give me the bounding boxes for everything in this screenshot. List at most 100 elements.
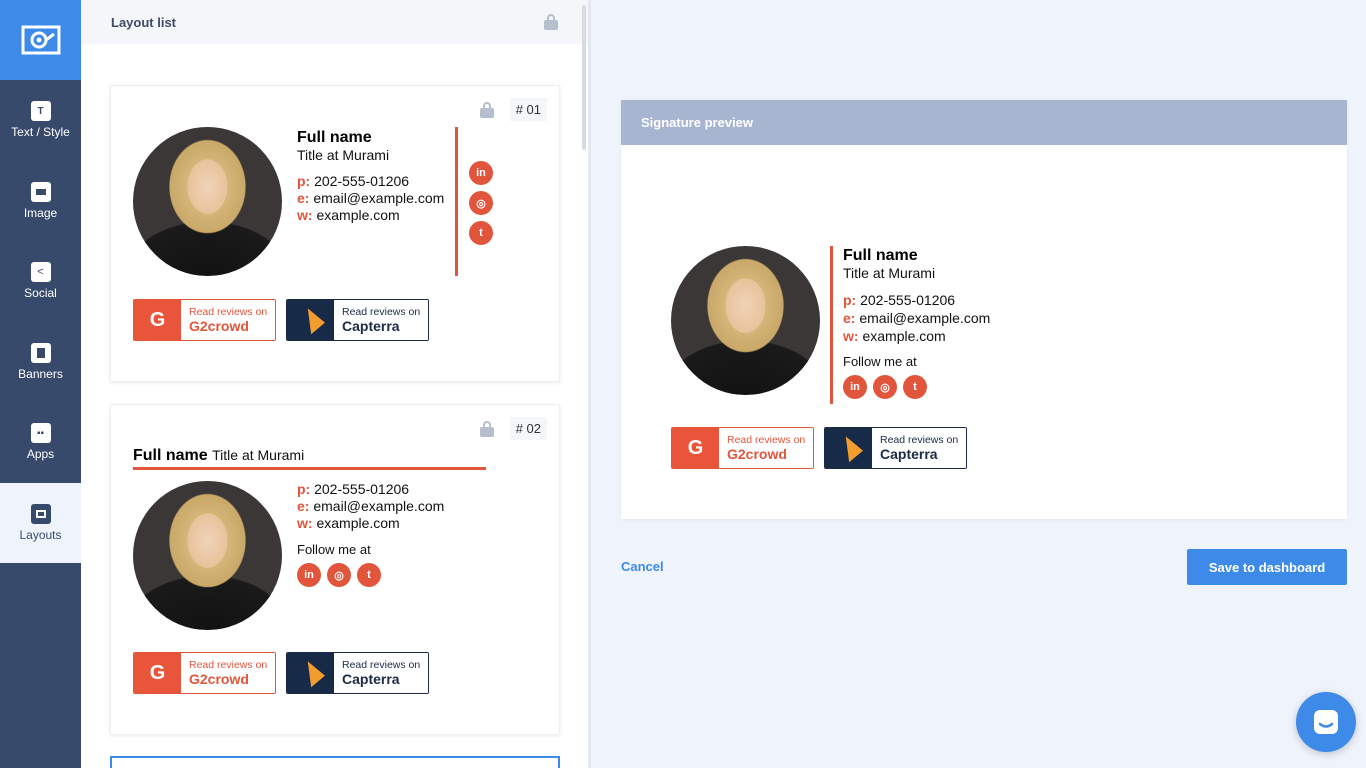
sidebar-item-label: Text / Style bbox=[11, 125, 70, 140]
capterra-badge[interactable]: Read reviews on Capterra bbox=[824, 427, 967, 469]
lock-icon[interactable] bbox=[479, 101, 494, 118]
instagram-icon[interactable]: ◎ bbox=[327, 563, 351, 587]
layout-list-panel: Layout list # 01 Full name Title at Mura… bbox=[81, 0, 591, 768]
badge-name: G2crowd bbox=[189, 318, 249, 334]
capterra-logo-icon bbox=[825, 428, 872, 468]
signature-preview-panel: Signature preview Full name Title at Mur… bbox=[621, 100, 1347, 519]
chat-launcher-button[interactable] bbox=[1296, 692, 1356, 752]
profile-photo bbox=[671, 246, 820, 395]
layout-card-03[interactable] bbox=[110, 756, 560, 768]
badge-caption: Read reviews on bbox=[342, 659, 421, 671]
layout-list-title: Layout list bbox=[111, 14, 177, 30]
divider-line bbox=[455, 127, 458, 276]
text-style-icon: T bbox=[30, 101, 51, 122]
g2crowd-badge[interactable]: G Read reviews on G2crowd bbox=[133, 299, 276, 341]
badge-name: G2crowd bbox=[189, 671, 249, 687]
sidebar-item-label: Image bbox=[23, 205, 58, 220]
follow-label: Follow me at bbox=[843, 354, 917, 369]
signature-name: Full name bbox=[297, 129, 372, 146]
badge-caption: Read reviews on bbox=[189, 306, 268, 318]
scrollbar-thumb[interactable] bbox=[582, 5, 586, 150]
signature-details: p: 202-555-01206 e: email@example.com w:… bbox=[297, 481, 444, 587]
layout-number: # 02 bbox=[509, 417, 547, 440]
badge-caption: Read reviews on bbox=[342, 306, 421, 318]
social-icons: in ◎ t bbox=[297, 563, 444, 587]
capterra-badge[interactable]: Read reviews on Capterra bbox=[286, 299, 429, 341]
logo-icon bbox=[21, 25, 60, 55]
sidebar-item-label: Social bbox=[24, 286, 57, 301]
capterra-badge[interactable]: Read reviews on Capterra bbox=[286, 652, 429, 694]
sidebar-item-text-style[interactable]: T Text / Style bbox=[0, 80, 81, 161]
linkedin-icon[interactable]: in bbox=[297, 563, 321, 587]
social-icons: in ◎ t bbox=[469, 161, 493, 245]
layout-icon bbox=[30, 503, 51, 524]
badge-caption: Read reviews on bbox=[727, 434, 806, 446]
bookmark-icon bbox=[30, 342, 51, 363]
signature-phone: p: 202-555-01206 bbox=[297, 173, 410, 189]
g2crowd-badge[interactable]: G Read reviews on G2crowd bbox=[671, 427, 814, 469]
profile-photo bbox=[133, 127, 282, 276]
signature-email: e: email@example.com bbox=[297, 190, 445, 206]
sidebar-item-label: Banners bbox=[18, 366, 63, 381]
twitter-icon[interactable]: t bbox=[357, 563, 381, 587]
signature-title: Title at Murami bbox=[212, 447, 305, 463]
signature-details: Full name Title at Murami p: 202-555-012… bbox=[297, 129, 444, 224]
twitter-icon[interactable]: t bbox=[903, 375, 927, 399]
g2crowd-badge[interactable]: G Read reviews on G2crowd bbox=[133, 652, 276, 694]
social-icons: in ◎ t bbox=[843, 375, 990, 399]
sidebar-item-label: Layouts bbox=[19, 527, 62, 542]
signature-web: w: example.com bbox=[297, 515, 400, 531]
g2-logo-icon: G bbox=[134, 300, 181, 340]
sidebar-item-image[interactable]: Image bbox=[0, 161, 81, 242]
app-logo[interactable] bbox=[0, 0, 81, 80]
grid-icon: ▪▪ bbox=[30, 423, 51, 444]
signature-email: e: email@example.com bbox=[297, 498, 445, 514]
g2-logo-icon: G bbox=[672, 428, 719, 468]
capterra-logo-icon bbox=[287, 653, 334, 693]
signature-header: Full name Title at Murami bbox=[133, 447, 304, 465]
g2-logo-icon: G bbox=[134, 653, 181, 693]
signature-title: Title at Murami bbox=[297, 147, 390, 163]
image-icon bbox=[30, 181, 51, 202]
layout-number: # 01 bbox=[509, 98, 547, 121]
instagram-icon[interactable]: ◎ bbox=[469, 191, 493, 215]
sidebar-item-apps[interactable]: ▪▪ Apps bbox=[0, 402, 81, 483]
follow-label: Follow me at bbox=[297, 542, 371, 557]
signature-details: Full name Title at Murami p: 202-555-012… bbox=[843, 247, 990, 399]
divider-line bbox=[133, 467, 486, 470]
badge-name: G2crowd bbox=[727, 446, 787, 462]
capterra-logo-icon bbox=[287, 300, 334, 340]
cancel-button[interactable]: Cancel bbox=[621, 559, 664, 574]
signature-web: w: example.com bbox=[843, 328, 946, 344]
layout-card-01[interactable]: # 01 Full name Title at Murami p: 202-55… bbox=[110, 85, 560, 382]
lock-icon[interactable] bbox=[544, 14, 558, 30]
signature-web: w: example.com bbox=[297, 207, 400, 223]
share-icon: < bbox=[30, 262, 51, 283]
signature-email: e: email@example.com bbox=[843, 310, 991, 326]
badge-name: Capterra bbox=[880, 446, 938, 462]
signature-phone: p: 202-555-01206 bbox=[297, 481, 410, 497]
badge-caption: Read reviews on bbox=[880, 434, 959, 446]
preview-title: Signature preview bbox=[621, 100, 1347, 145]
linkedin-icon[interactable]: in bbox=[843, 375, 867, 399]
twitter-icon[interactable]: t bbox=[469, 221, 493, 245]
signature-name: Full name bbox=[843, 247, 918, 264]
signature-title: Title at Murami bbox=[843, 265, 936, 281]
instagram-icon[interactable]: ◎ bbox=[873, 375, 897, 399]
sidebar-item-banners[interactable]: Banners bbox=[0, 322, 81, 403]
layout-list-header: Layout list bbox=[81, 0, 588, 44]
signature-phone: p: 202-555-01206 bbox=[843, 292, 956, 308]
lock-icon[interactable] bbox=[479, 420, 494, 437]
badge-name: Capterra bbox=[342, 318, 400, 334]
signature-name: Full name bbox=[133, 447, 208, 464]
layout-card-02[interactable]: # 02 Full name Title at Murami p: 202-55… bbox=[110, 404, 560, 735]
save-to-dashboard-button[interactable]: Save to dashboard bbox=[1187, 549, 1347, 585]
linkedin-icon[interactable]: in bbox=[469, 161, 493, 185]
sidebar-item-social[interactable]: < Social bbox=[0, 241, 81, 322]
chat-icon bbox=[1314, 710, 1338, 734]
sidebar-item-label: Apps bbox=[26, 447, 55, 462]
sidebar-item-layouts[interactable]: Layouts bbox=[0, 482, 81, 563]
badge-name: Capterra bbox=[342, 671, 400, 687]
badge-caption: Read reviews on bbox=[189, 659, 268, 671]
sidebar: T Text / Style Image < Social Banners ▪▪… bbox=[0, 0, 81, 768]
